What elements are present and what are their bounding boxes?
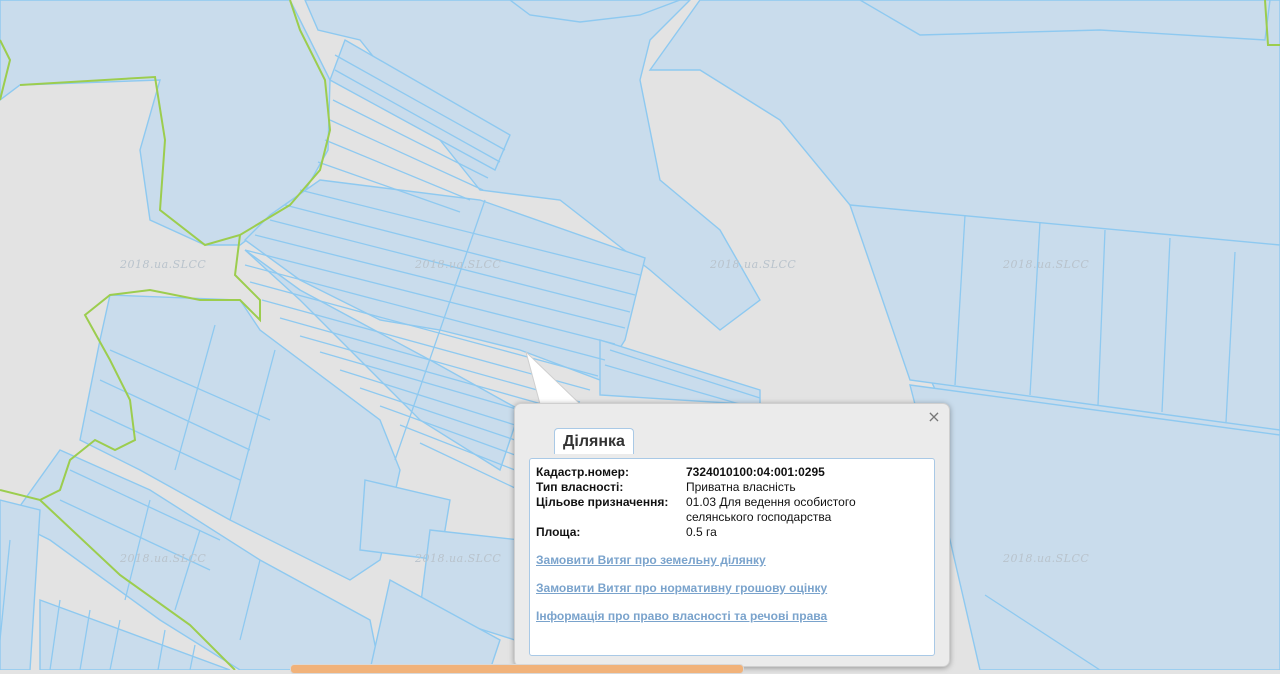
info-label: Цільове призначення: — [536, 495, 669, 509]
watermark-text: 2018.ua.SLCC — [1003, 258, 1090, 271]
watermark-text: 2018.ua.SLCC — [710, 258, 797, 271]
watermark-text: 2018.ua.SLCC — [415, 552, 502, 565]
parcel-info-panel: Кадастр.номер: 7324010100:04:001:0295 Ти… — [529, 458, 935, 656]
cadastral-number-value: 7324010100:04:001:0295 — [686, 465, 825, 479]
parcel-info-popup: × Ділянка Кадастр.номер: 7324010100:04:0… — [514, 403, 950, 667]
action-links: Замовити Витяг про земельну ділянку Замо… — [536, 553, 827, 637]
ownership-type-value: Приватна власність — [686, 480, 796, 494]
area-value: 0.5 га — [686, 525, 717, 539]
bottom-toolbar-edge — [290, 664, 744, 674]
purpose-text: 01.03 Для ведення особистого селянського… — [686, 495, 856, 524]
info-label: Тип власності: — [536, 480, 624, 494]
info-label: Площа: — [536, 525, 581, 539]
purpose-value: 01.03 Для ведення особистого селянського… — [686, 495, 916, 525]
order-valuation-extract-link[interactable]: Замовити Витяг про нормативну грошову оц… — [536, 581, 827, 595]
ownership-rights-info-link[interactable]: Інформація про право власності та речові… — [536, 609, 827, 623]
watermark-text: 2018.ua.SLCC — [120, 258, 207, 271]
popup-pointer — [525, 352, 582, 405]
close-icon[interactable]: × — [927, 409, 941, 425]
watermark-text: 2018.ua.SLCC — [1003, 552, 1090, 565]
order-land-extract-link[interactable]: Замовити Витяг про земельну ділянку — [536, 553, 827, 567]
watermark-text: 2018.ua.SLCC — [415, 258, 502, 271]
tab-parcel[interactable]: Ділянка — [554, 428, 634, 454]
watermark-text: 2018.ua.SLCC — [120, 552, 207, 565]
info-label: Кадастр.номер: — [536, 465, 629, 479]
